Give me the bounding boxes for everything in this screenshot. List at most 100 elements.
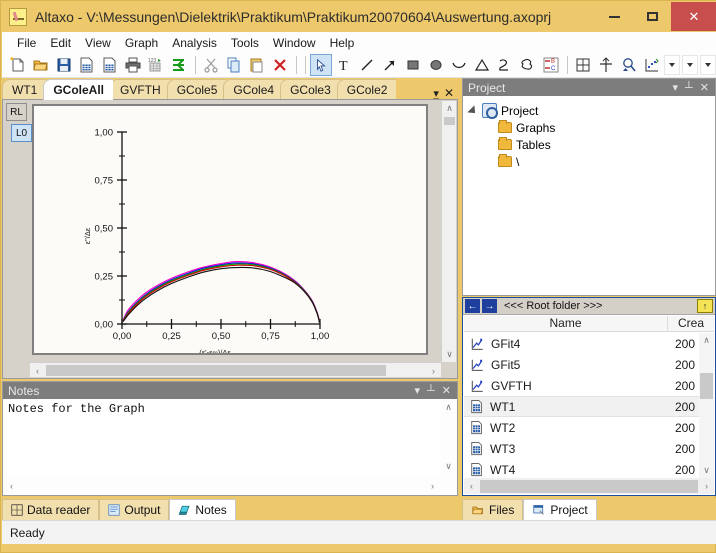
menu-tools[interactable]: Tools <box>224 34 266 52</box>
zoom-icon[interactable] <box>618 54 640 76</box>
scroll-down-arrow[interactable]: ∨ <box>699 463 714 478</box>
menu-file[interactable]: File <box>10 34 43 52</box>
file-row-gfit5[interactable]: GFit5 200 <box>464 354 699 375</box>
paste-icon[interactable] <box>246 54 268 76</box>
graph-vertical-scrollbar[interactable]: ∧ ∨ <box>441 101 456 362</box>
file-row-wt3[interactable]: WT3 200 <box>464 438 699 459</box>
open-folder-icon[interactable] <box>30 54 52 76</box>
navigate-forward-button[interactable]: → <box>482 299 497 313</box>
triangle-tool-icon[interactable] <box>471 54 493 76</box>
scroll-up-arrow[interactable]: ∧ <box>441 400 456 415</box>
maximize-button[interactable] <box>633 2 671 31</box>
tab-list-icon[interactable]: ▾̲ <box>433 87 439 100</box>
close-icon[interactable]: ✕ <box>442 384 451 397</box>
line-tool-icon[interactable] <box>356 54 378 76</box>
cut-icon[interactable] <box>200 54 222 76</box>
pin-icon[interactable]: ┴ <box>427 385 435 397</box>
tree-node-tables[interactable]: Tables <box>470 136 714 153</box>
scroll-left-arrow[interactable]: ‹ <box>30 363 45 378</box>
pointer-tool-icon[interactable] <box>310 54 332 76</box>
menu-window[interactable]: Window <box>266 34 323 52</box>
right-tab-files[interactable]: Files <box>462 499 524 520</box>
new-worksheet-icon[interactable] <box>76 54 98 76</box>
bottom-tab-data-reader[interactable]: Data reader <box>2 499 100 520</box>
horizontal-scroll-thumb[interactable] <box>46 365 386 376</box>
doc-tab-wt1[interactable]: WT1 <box>2 79 47 100</box>
doc-tab-gvfth[interactable]: GVFTH <box>110 79 170 100</box>
save-icon[interactable] <box>53 54 75 76</box>
menu-view[interactable]: View <box>78 34 118 52</box>
bottom-tab-output[interactable]: Output <box>99 499 170 520</box>
menu-graph[interactable]: Graph <box>118 34 165 52</box>
file-row-gfit4[interactable]: GFit4 200 <box>464 333 699 354</box>
export-icon[interactable] <box>168 54 190 76</box>
numeric-table-icon[interactable]: 123 <box>145 54 167 76</box>
toolbar-dropdown-2[interactable] <box>682 55 698 75</box>
minimize-button[interactable] <box>595 2 633 31</box>
crosshair-icon[interactable] <box>595 54 617 76</box>
files-scroll-thumb[interactable] <box>700 373 713 399</box>
scroll-right-arrow[interactable]: › <box>699 479 714 494</box>
bottom-tab-notes[interactable]: Notes <box>169 499 236 520</box>
column-header-created[interactable]: Crea <box>668 316 714 331</box>
navigate-up-button[interactable]: ↑ <box>697 299 713 313</box>
ellipse-tool-icon[interactable] <box>425 54 447 76</box>
tree-node-project[interactable]: Project <box>467 102 714 119</box>
rectangle-tool-icon[interactable] <box>402 54 424 76</box>
navigate-back-button[interactable]: ← <box>465 299 480 313</box>
print-icon[interactable] <box>122 54 144 76</box>
notes-horizontal-scrollbar[interactable]: ‹ › <box>4 478 456 494</box>
expander-icon[interactable] <box>467 104 479 117</box>
chevron-down-icon[interactable]: ▾ <box>414 384 420 397</box>
doc-tab-gcole2[interactable]: GCole2 <box>336 79 397 100</box>
pin-icon[interactable]: ┴ <box>685 82 693 94</box>
column-header-name[interactable]: Name <box>464 316 668 331</box>
right-tab-project[interactable]: Project <box>523 499 597 520</box>
vertical-scroll-thumb[interactable] <box>444 117 455 125</box>
menu-help[interactable]: Help <box>323 34 362 52</box>
delete-icon[interactable] <box>269 54 291 76</box>
scroll-up-arrow[interactable]: ∧ <box>699 333 714 348</box>
tree-node-graphs[interactable]: Graphs <box>470 119 714 136</box>
files-hscroll-thumb[interactable] <box>480 479 698 493</box>
close-tab-icon[interactable]: ✕ <box>444 86 454 100</box>
open-curve-tool-icon[interactable] <box>494 54 516 76</box>
scroll-up-arrow[interactable]: ∧ <box>442 101 457 116</box>
doc-tab-gcoleall[interactable]: GColeAll <box>43 79 114 100</box>
new-document-icon[interactable] <box>7 54 29 76</box>
scroll-down-arrow[interactable]: ∨ <box>441 459 456 474</box>
fit-to-page-icon[interactable] <box>572 54 594 76</box>
graph-horizontal-scrollbar[interactable]: ‹ › <box>30 362 441 377</box>
close-button[interactable]: ✕ <box>671 2 716 31</box>
copy-icon[interactable] <box>223 54 245 76</box>
scroll-down-arrow[interactable]: ∨ <box>442 347 457 362</box>
doc-tab-gcole3[interactable]: GCole3 <box>280 79 340 100</box>
curve-tool-icon[interactable] <box>448 54 470 76</box>
file-row-wt4[interactable]: WT4 200 <box>464 459 699 478</box>
menu-analysis[interactable]: Analysis <box>165 34 224 52</box>
closed-curve-tool-icon[interactable] <box>517 54 539 76</box>
menu-edit[interactable]: Edit <box>43 34 78 52</box>
scroll-right-arrow[interactable]: › <box>425 478 440 493</box>
files-horizontal-scrollbar[interactable]: ‹ › <box>464 478 714 494</box>
graph-page[interactable]: 0,00 0,25 0,50 0,75 1,00 0,00 0,25 0,50 0,75 1,00… <box>32 104 428 355</box>
scroll-left-arrow[interactable]: ‹ <box>464 479 479 494</box>
arrow-tool-icon[interactable] <box>379 54 401 76</box>
doc-tab-gcole5[interactable]: GCole5 <box>166 79 227 100</box>
layer-button-rl[interactable]: RL <box>6 103 27 121</box>
notes-text-area[interactable]: Notes for the Graph <box>4 400 441 474</box>
file-row-wt1[interactable]: WT1 200 <box>464 396 699 417</box>
close-icon[interactable]: ✕ <box>700 81 709 94</box>
tree-node-root[interactable]: \ <box>470 153 714 170</box>
toolbar-dropdown-1[interactable] <box>664 55 680 75</box>
scroll-left-arrow[interactable]: ‹ <box>4 478 19 493</box>
file-row-wt2[interactable]: WT2 200 <box>464 417 699 438</box>
toolbar-dropdown-3[interactable] <box>700 55 716 75</box>
chevron-down-icon[interactable]: ▾ <box>672 81 678 94</box>
text-tool-icon[interactable]: T <box>333 54 355 76</box>
notes-vertical-scrollbar[interactable]: ∧ ∨ <box>441 400 456 474</box>
open-worksheet-icon[interactable] <box>99 54 121 76</box>
files-vertical-scrollbar[interactable]: ∧ ∨ <box>699 333 714 478</box>
scroll-right-arrow[interactable]: › <box>426 363 441 378</box>
plot-item-icon[interactable]: BC <box>540 54 562 76</box>
